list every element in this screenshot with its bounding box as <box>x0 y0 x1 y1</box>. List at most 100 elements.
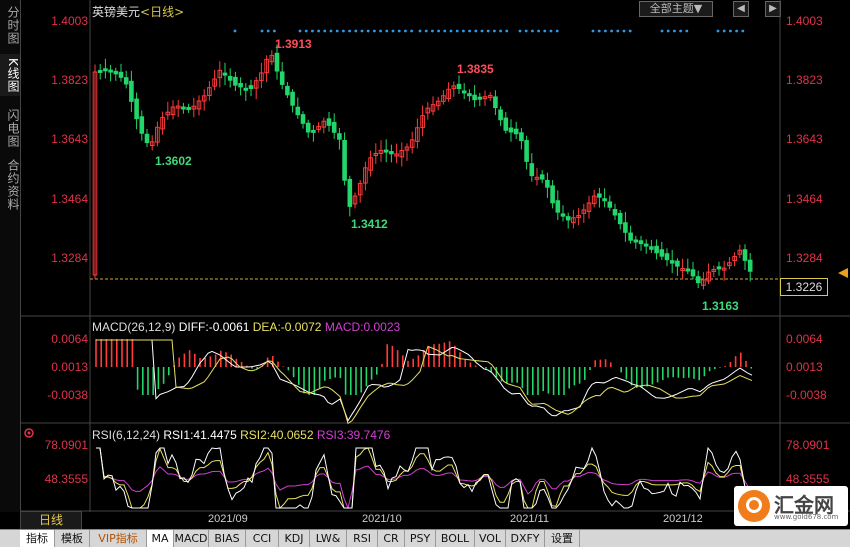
signal-dot <box>431 29 434 33</box>
candle-body <box>305 122 311 133</box>
high-annotation: 1.3835 <box>457 62 494 76</box>
candle-body <box>716 266 722 270</box>
candle-body <box>186 107 191 111</box>
signal-dot <box>335 29 339 33</box>
rsi3-value: RSI3:39.7476 <box>316 428 391 442</box>
low-annotation: 1.3602 <box>155 154 192 168</box>
kline-chart[interactable] <box>0 0 850 546</box>
current-price-tag: 1.3226 <box>780 278 828 296</box>
candle-body <box>134 98 139 120</box>
macd-dea: DEA:-0.0072 <box>252 320 322 334</box>
candle-body <box>690 269 696 277</box>
bottom-tab-13[interactable]: VOL <box>475 530 506 547</box>
candle-body <box>222 72 228 76</box>
macd-axis-right: -0.0038 <box>786 388 827 402</box>
price-label-right: 1.3643 <box>786 132 823 146</box>
candle-body <box>597 193 602 198</box>
candle-body <box>118 71 124 78</box>
candle-body <box>519 132 524 142</box>
signal-dot <box>342 29 345 33</box>
candle-body <box>248 85 254 90</box>
candle-body <box>550 185 555 204</box>
bottom-tab-11[interactable]: PSY <box>405 530 436 547</box>
period-box[interactable]: 日线 <box>20 511 82 530</box>
logo-url: www.gold678.com <box>774 513 839 521</box>
bottom-tab-1[interactable]: 模板 <box>55 530 90 547</box>
candle-body <box>742 249 748 261</box>
signal-dot <box>549 29 553 33</box>
candle-body <box>144 133 150 144</box>
candle-body <box>669 260 675 264</box>
candle-body <box>685 268 691 272</box>
candle-body <box>233 76 238 86</box>
signal-dot <box>591 29 595 33</box>
signal-dot <box>449 29 453 33</box>
signal-dot <box>373 29 376 33</box>
bottom-tab-2[interactable]: VIP指标 <box>90 530 147 547</box>
candle-body <box>108 69 113 73</box>
rsi-header: RSI(6,12,24) RSI1:41.4475 RSI2:40.0652 R… <box>92 428 390 442</box>
candle-body <box>612 209 618 216</box>
candle-body <box>503 117 509 131</box>
bottom-tab-14[interactable]: DXFY <box>506 530 545 547</box>
bottom-tab-4[interactable]: MACD <box>174 530 209 547</box>
indicator-tab-bar: 指标 模板 VIP指标 MA MACD BIAS CCI KDJ LW& RSI CR PSY BOLL… <box>0 529 850 547</box>
signal-dot <box>329 29 333 33</box>
macd-axis-left: 0.0013 <box>51 360 88 374</box>
bottom-tab-12[interactable]: BOLL <box>436 530 475 547</box>
signal-dot <box>741 29 745 33</box>
signal-dot <box>685 29 689 33</box>
bottom-tab-7[interactable]: KDJ <box>279 530 310 547</box>
candle-body <box>649 246 654 250</box>
macd-axis-right: 0.0064 <box>786 332 823 346</box>
candle-body <box>654 245 659 254</box>
candle-body <box>524 140 529 162</box>
candle-body <box>560 213 566 217</box>
candle-body <box>638 240 644 245</box>
candle-body <box>113 70 119 75</box>
signal-dot <box>537 29 540 33</box>
candle-body <box>747 259 753 272</box>
settings-gear-icon[interactable] <box>24 428 34 438</box>
signal-dot <box>628 29 632 33</box>
signal-dot <box>366 29 370 33</box>
date-label: 2021/09 <box>208 513 248 525</box>
rsi-axis-left: 78.0901 <box>44 438 88 452</box>
candle-body <box>285 85 290 96</box>
candle-body <box>633 239 639 243</box>
signal-dot <box>616 29 620 33</box>
bottom-tab-0[interactable]: 指标 <box>20 530 55 547</box>
bottom-tab-6[interactable]: CCI <box>246 530 279 547</box>
candle-body <box>227 75 233 81</box>
candle-body <box>123 77 129 85</box>
bottom-tab-3[interactable]: MA <box>147 530 174 547</box>
candle-body <box>539 174 545 180</box>
macd-axis-left: -0.0038 <box>47 388 88 402</box>
bottom-tab-10[interactable]: CR <box>378 530 405 547</box>
bottom-tab-5[interactable]: BIAS <box>209 530 246 547</box>
signal-dot <box>660 29 664 33</box>
signal-dot <box>480 29 484 33</box>
bottom-tab-15[interactable]: 设置 <box>545 530 580 547</box>
candle-body <box>97 69 103 73</box>
rsi-axis-right: 78.0901 <box>786 438 830 452</box>
rsi-title: RSI(6,12,24) <box>92 428 161 442</box>
candle-body <box>103 68 108 72</box>
candle-body <box>181 106 186 110</box>
signal-dot <box>716 29 720 33</box>
candle-body <box>456 83 462 90</box>
date-label: 2021/11 <box>510 513 549 525</box>
candle-body <box>664 253 670 261</box>
candle-body <box>383 149 389 153</box>
price-label-right: 1.3823 <box>786 73 823 87</box>
bottom-tab-9[interactable]: RSI <box>347 530 378 547</box>
bottom-tab-8[interactable]: LW& <box>310 530 347 547</box>
candle-body <box>623 222 628 233</box>
candle-body <box>129 80 134 102</box>
date-label: 2021/10 <box>362 513 402 525</box>
candle-body <box>477 96 483 100</box>
signal-dot <box>531 29 534 33</box>
rsi2-line <box>96 447 752 509</box>
signal-dot <box>437 29 440 33</box>
low-annotation: 1.3163 <box>702 299 739 313</box>
